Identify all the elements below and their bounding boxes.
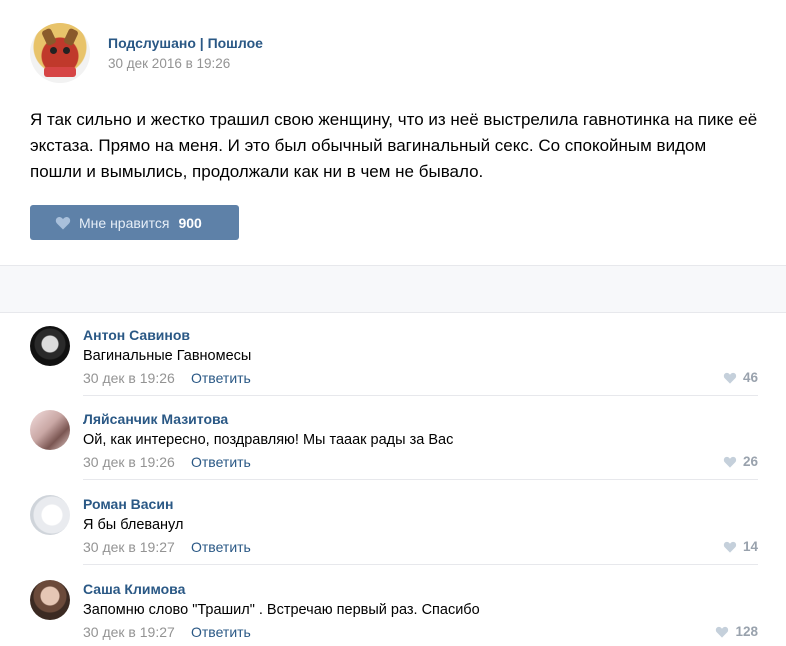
avatar-antler-left bbox=[41, 27, 57, 47]
group-avatar[interactable] bbox=[30, 23, 90, 83]
comment-text: Запомню слово "Трашил" . Встречаю первый… bbox=[83, 602, 480, 618]
reply-link[interactable]: Ответить bbox=[191, 539, 251, 555]
heart-icon bbox=[55, 216, 71, 229]
heart-icon bbox=[723, 541, 737, 553]
heart-icon bbox=[716, 626, 729, 638]
avatar-eye-left bbox=[50, 47, 57, 54]
avatar[interactable] bbox=[30, 410, 70, 450]
comment-date[interactable]: 30 дек в 19:27 bbox=[83, 539, 175, 555]
avatar-scarf bbox=[44, 67, 76, 77]
comment-date[interactable]: 30 дек в 19:27 bbox=[83, 624, 175, 640]
like-label: Мне нравится bbox=[79, 214, 170, 231]
comment-date[interactable]: 30 дек в 19:26 bbox=[83, 454, 175, 470]
comment-like-count: 14 bbox=[742, 539, 758, 554]
comment-divider bbox=[83, 479, 758, 480]
heart-icon bbox=[723, 372, 737, 384]
comment-like-count: 46 bbox=[742, 370, 758, 385]
comment-author[interactable]: Саша Климова bbox=[83, 581, 185, 597]
heart-icon bbox=[723, 456, 737, 468]
like-button[interactable]: Мне нравится 900 bbox=[30, 205, 239, 240]
comment-divider bbox=[83, 564, 758, 565]
comment-text: Ой, как интересно, поздравляю! Мы тааак … bbox=[83, 432, 454, 448]
comment-text: Вагинальные Гавномесы bbox=[83, 348, 252, 364]
comment-item: Ляйсанчик Мазитова Ой, как интересно, по… bbox=[0, 396, 786, 480]
post-date[interactable]: 30 дек 2016 в 19:26 bbox=[108, 56, 230, 71]
comment-like-button[interactable]: 26 bbox=[723, 454, 758, 469]
reply-link[interactable]: Ответить bbox=[191, 454, 251, 470]
avatar[interactable] bbox=[30, 495, 70, 535]
comment-like-button[interactable]: 14 bbox=[723, 539, 758, 554]
avatar-antler-right bbox=[63, 27, 79, 47]
comment-like-button[interactable]: 46 bbox=[723, 370, 758, 385]
like-count: 900 bbox=[178, 214, 202, 231]
post: Подслушано | Пошлое 30 дек 2016 в 19:26 … bbox=[0, 0, 786, 265]
group-name-link[interactable]: Подслушано | Пошлое bbox=[108, 35, 263, 51]
comment-item: Роман Васин Я бы блеванул 30 дек в 19:27… bbox=[0, 481, 786, 565]
comments-separator bbox=[0, 265, 786, 313]
comment-author[interactable]: Роман Васин bbox=[83, 496, 173, 512]
comment-author[interactable]: Ляйсанчик Мазитова bbox=[83, 411, 228, 427]
comment-item: Саша Климова Запомню слово "Трашил" . Вс… bbox=[0, 566, 786, 646]
post-text: Я так сильно и жестко трашил свою женщин… bbox=[30, 110, 758, 181]
comment-text: Я бы блеванул bbox=[83, 517, 184, 533]
comment-date[interactable]: 30 дек в 19:26 bbox=[83, 370, 175, 386]
comment-like-count: 26 bbox=[742, 454, 758, 469]
comment-like-button[interactable]: 128 bbox=[715, 624, 758, 639]
reply-link[interactable]: Ответить bbox=[191, 624, 251, 640]
avatar-eye-right bbox=[63, 47, 70, 54]
avatar[interactable] bbox=[30, 580, 70, 620]
comment-item: Антон Савинов Вагинальные Гавномесы 30 д… bbox=[0, 312, 786, 396]
reply-link[interactable]: Ответить bbox=[191, 370, 251, 386]
comment-like-count: 128 bbox=[735, 624, 758, 639]
comment-author[interactable]: Антон Савинов bbox=[83, 327, 190, 343]
avatar[interactable] bbox=[30, 326, 70, 366]
